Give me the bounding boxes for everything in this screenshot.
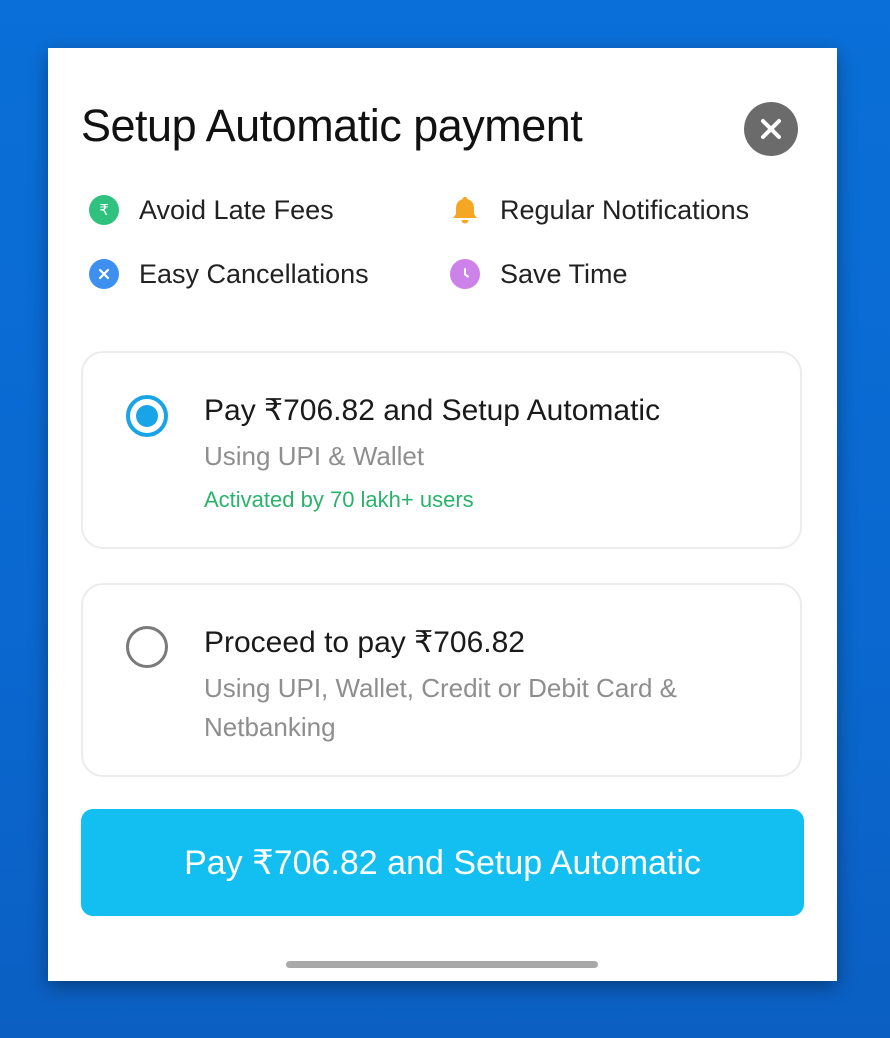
radio-selected[interactable] (126, 395, 168, 437)
benefit-label: Regular Notifications (500, 194, 750, 225)
option-subtitle: Using UPI, Wallet, Credit or Debit Card … (204, 673, 677, 742)
benefit-label: Easy Cancellations (139, 258, 369, 289)
rupee-icon: ₹ (89, 195, 119, 225)
benefit-easy-cancellations: Easy Cancellations (89, 257, 369, 291)
home-indicator (286, 961, 598, 968)
option-pay-and-setup-automatic[interactable]: Pay ₹706.82 and Setup Automatic Using UP… (81, 351, 802, 549)
pay-button[interactable]: Pay ₹706.82 and Setup Automatic (81, 809, 804, 916)
option-subtitle: Using UPI & Wallet (204, 441, 425, 471)
clock-icon (450, 259, 480, 289)
bell-icon (450, 195, 480, 225)
option-note: Activated by 70 lakh+ users (204, 487, 474, 512)
dialog-title: Setup Automatic payment (81, 100, 583, 151)
option-proceed-to-pay[interactable]: Proceed to pay ₹706.82 Using UPI, Wallet… (81, 583, 802, 777)
benefit-label: Save Time (500, 258, 628, 289)
benefit-avoid-late-fees: ₹ Avoid Late Fees (89, 193, 334, 227)
benefit-label: Avoid Late Fees (139, 194, 334, 225)
option-title: Pay ₹706.82 and Setup Automatic (204, 394, 661, 427)
radio-unselected[interactable] (126, 626, 168, 668)
option-title: Proceed to pay ₹706.82 (204, 626, 525, 659)
cross-icon (89, 259, 119, 289)
payment-bottom-sheet: Setup Automatic payment ₹ Avoid Late Fee… (48, 48, 837, 981)
close-icon (761, 119, 781, 139)
benefit-regular-notifications: Regular Notifications (450, 193, 749, 227)
benefit-save-time: Save Time (450, 257, 628, 291)
close-button[interactable] (744, 102, 798, 156)
